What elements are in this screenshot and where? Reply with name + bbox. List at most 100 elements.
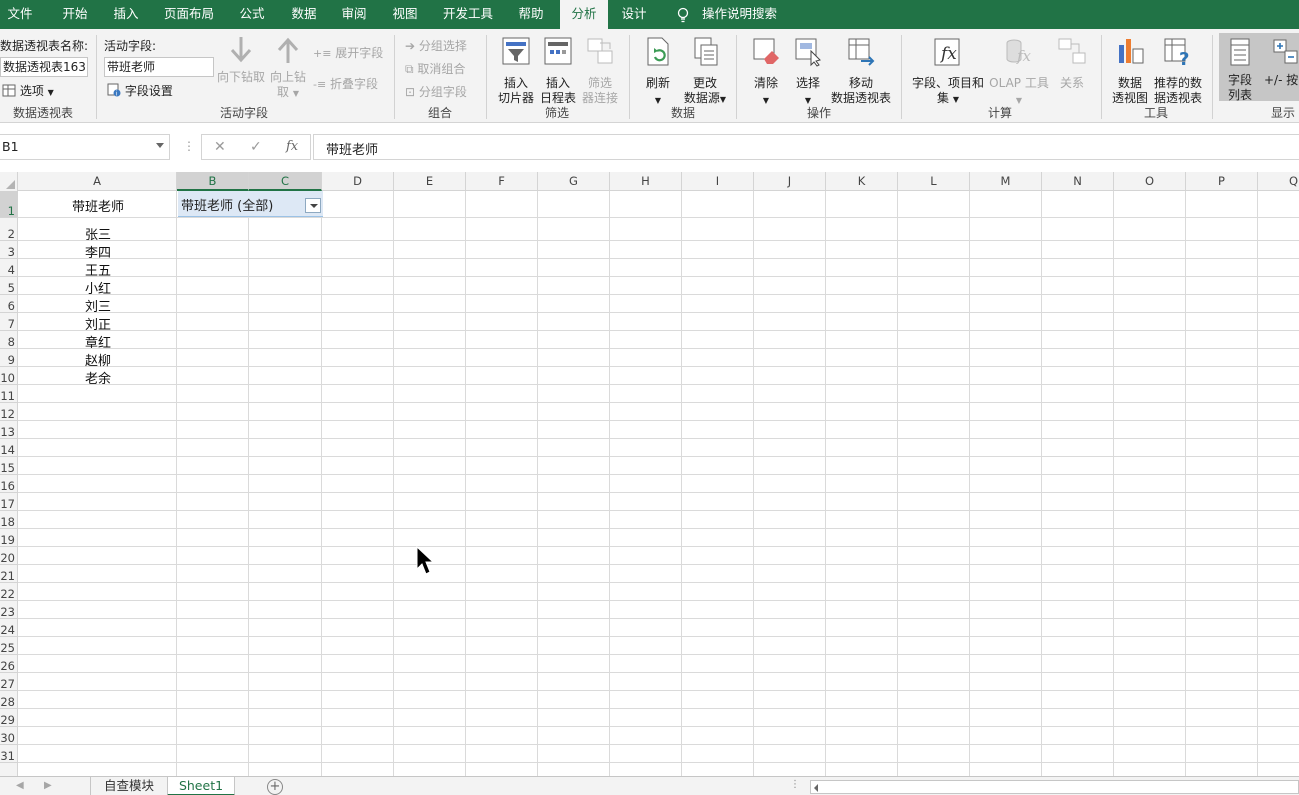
name-box[interactable]: B1 xyxy=(0,134,170,160)
tab-help[interactable]: 帮助 xyxy=(508,0,554,29)
change-data-source-button[interactable]: 更改 数据源▼ xyxy=(680,37,730,105)
row-header-5[interactable]: 5 xyxy=(0,277,18,295)
row-header-14[interactable]: 14 xyxy=(0,439,18,457)
drill-down-button[interactable]: 向下钻取 xyxy=(215,35,267,101)
row-header-23[interactable]: 23 xyxy=(0,601,18,619)
select-button[interactable]: 选择 ▼ xyxy=(788,37,828,105)
column-header-l[interactable]: L xyxy=(898,172,970,191)
cell-b1[interactable]: 带班老师 (全部) xyxy=(178,191,323,217)
row-header-4[interactable]: 4 xyxy=(0,259,18,277)
row-header-11[interactable]: 11 xyxy=(0,385,18,403)
column-header-q[interactable]: Q xyxy=(1258,172,1299,191)
sheet-tab-self-check[interactable]: 自查模块 xyxy=(90,777,168,795)
column-header-c[interactable]: C xyxy=(249,172,322,191)
next-sheet-icon[interactable]: ▶ xyxy=(44,780,52,791)
column-header-k[interactable]: K xyxy=(826,172,898,191)
column-header-h[interactable]: H xyxy=(610,172,682,191)
row-header-8[interactable]: 8 xyxy=(0,331,18,349)
add-sheet-icon[interactable]: + xyxy=(267,779,283,795)
field-list-button[interactable]: 字段 列表 xyxy=(1219,33,1261,102)
tab-review[interactable]: 审阅 xyxy=(332,0,376,29)
expand-field-button[interactable]: +≡ 展开字段 xyxy=(313,44,383,61)
refresh-button[interactable]: 刷新 ▼ xyxy=(638,37,678,105)
horizontal-scrollbar[interactable] xyxy=(810,780,1299,794)
row-header-28[interactable]: 28 xyxy=(0,691,18,709)
tab-data[interactable]: 数据 xyxy=(282,0,326,29)
row-header-18[interactable]: 18 xyxy=(0,511,18,529)
recommended-pivot-button[interactable]: ? 推荐的数 据透视表 xyxy=(1150,37,1206,105)
cell-a2[interactable]: 张三 xyxy=(19,224,177,243)
column-header-a[interactable]: A xyxy=(18,172,177,191)
tab-home[interactable]: 开始 xyxy=(52,0,98,29)
row-header-20[interactable]: 20 xyxy=(0,547,18,565)
cell-a5[interactable]: 小红 xyxy=(19,278,177,297)
column-header-b[interactable]: B xyxy=(177,172,249,191)
column-header-e[interactable]: E xyxy=(394,172,466,191)
enter-icon[interactable]: ✓ xyxy=(250,139,262,155)
group-field-button[interactable]: ⊡ 分组字段 xyxy=(405,83,467,100)
column-header-m[interactable]: M xyxy=(970,172,1042,191)
row-header-31[interactable]: 31 xyxy=(0,745,18,763)
scroll-left-icon[interactable] xyxy=(814,784,818,792)
column-header-d[interactable]: D xyxy=(322,172,394,191)
tab-view[interactable]: 视图 xyxy=(383,0,427,29)
options-button[interactable]: 选项 ▼ xyxy=(2,82,54,99)
row-header-3[interactable]: 3 xyxy=(0,241,18,259)
ungroup-button[interactable]: ⧉ 取消组合 xyxy=(405,60,465,77)
collapse-field-button[interactable]: -≡ 折叠字段 xyxy=(313,75,378,92)
row-header-9[interactable]: 9 xyxy=(0,349,18,367)
split-handle-icon[interactable]: ⋮ xyxy=(790,779,800,790)
row-header-7[interactable]: 7 xyxy=(0,313,18,331)
cell-a9[interactable]: 赵柳 xyxy=(19,350,177,369)
row-header-30[interactable]: 30 xyxy=(0,727,18,745)
drill-up-button[interactable]: 向上钻 取 ▼ xyxy=(266,35,310,101)
row-header-25[interactable]: 25 xyxy=(0,637,18,655)
field-settings-button[interactable]: i 字段设置 xyxy=(107,82,173,99)
column-header-o[interactable]: O xyxy=(1114,172,1186,191)
tab-analyze[interactable]: 分析 xyxy=(560,0,608,29)
pivot-name-input[interactable]: 数据透视表163 xyxy=(0,57,88,77)
active-field-input[interactable]: 带班老师 xyxy=(104,57,214,77)
row-header-13[interactable]: 13 xyxy=(0,421,18,439)
filter-dropdown-button[interactable] xyxy=(305,198,321,213)
insert-slicer-button[interactable]: 插入 切片器 xyxy=(495,37,537,105)
row-header-2[interactable]: 2 xyxy=(0,218,18,241)
worksheet-grid[interactable]: ABCDEFGHIJKLMNOPQ 1 2 3 4 5 6 7 8 9 10 11 12 13 14 15 1… xyxy=(0,172,1299,776)
plus-minus-buttons[interactable]: +/- 按 xyxy=(1261,33,1299,101)
row-header-22[interactable]: 22 xyxy=(0,583,18,601)
row-header-16[interactable]: 16 xyxy=(0,475,18,493)
column-header-j[interactable]: J xyxy=(754,172,826,191)
row-header-15[interactable]: 15 xyxy=(0,457,18,475)
pivot-chart-button[interactable]: 数据 透视图 xyxy=(1108,37,1152,105)
clear-button[interactable]: 清除 ▼ xyxy=(746,37,786,105)
cell-a1[interactable]: 带班老师 xyxy=(19,196,177,215)
row-header-6[interactable]: 6 xyxy=(0,295,18,313)
tab-page-layout[interactable]: 页面布局 xyxy=(156,0,222,29)
tab-design[interactable]: 设计 xyxy=(612,0,656,29)
row-header-17[interactable]: 17 xyxy=(0,493,18,511)
insert-function-icon[interactable]: fx xyxy=(286,139,298,154)
row-header-19[interactable]: 19 xyxy=(0,529,18,547)
cell-a6[interactable]: 刘三 xyxy=(19,296,177,315)
cell-a10[interactable]: 老余 xyxy=(19,368,177,387)
cell-a3[interactable]: 李四 xyxy=(19,242,177,261)
row-header-24[interactable]: 24 xyxy=(0,619,18,637)
tab-file[interactable]: 文件 xyxy=(0,0,40,29)
column-header-f[interactable]: F xyxy=(466,172,538,191)
prev-sheet-icon[interactable]: ◀ xyxy=(16,780,24,791)
fields-items-sets-button[interactable]: fx 字段、项目和 集 ▼ xyxy=(908,37,988,105)
column-header-n[interactable]: N xyxy=(1042,172,1114,191)
group-selection-button[interactable]: ➔ 分组选择 xyxy=(405,37,467,54)
row-header-21[interactable]: 21 xyxy=(0,565,18,583)
cell-a4[interactable]: 王五 xyxy=(19,260,177,279)
column-header-g[interactable]: G xyxy=(538,172,610,191)
tab-insert[interactable]: 插入 xyxy=(104,0,148,29)
olap-tools-button[interactable]: fx OLAP 工具 ▼ xyxy=(988,37,1050,105)
relationships-button[interactable]: 关系 xyxy=(1052,37,1092,101)
tab-formulas[interactable]: 公式 xyxy=(230,0,274,29)
sheet-tab-sheet1[interactable]: Sheet1 xyxy=(167,777,235,795)
more-options-icon[interactable]: ⋮ xyxy=(183,139,195,153)
tab-developer[interactable]: 开发工具 xyxy=(438,0,498,29)
row-header-26[interactable]: 26 xyxy=(0,655,18,673)
cancel-icon[interactable]: ✕ xyxy=(214,139,226,155)
